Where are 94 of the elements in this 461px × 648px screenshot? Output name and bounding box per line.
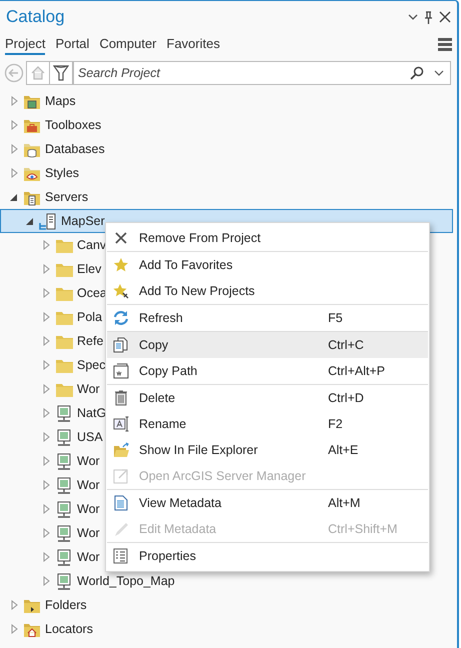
tree-item[interactable]: Elev [77,262,102,276]
map-service-icon [55,428,73,446]
tree-item[interactable]: Wor [77,454,100,468]
tree-item[interactable]: NatG [77,406,106,420]
menu-item[interactable]: Add To Favorites [107,252,428,278]
collapsed-caret-icon[interactable] [42,480,51,490]
map-service-icon [55,548,73,566]
trash-icon [113,390,129,406]
map-service-icon [55,524,73,542]
tab[interactable]: Project [5,34,46,54]
tree-item[interactable]: MapSer [61,214,105,228]
map-service-icon [55,404,73,422]
external-link-icon [113,468,129,484]
collapsed-caret-icon[interactable] [42,264,51,274]
tree-item[interactable]: Folders [45,598,87,612]
collapsed-caret-icon[interactable] [10,168,19,178]
menu-item[interactable]: Copy Ctrl+C [107,332,428,358]
map-service-icon [55,452,73,470]
star-pin-icon [113,283,129,299]
pin-icon[interactable] [424,10,433,24]
copy-icon [113,337,129,353]
collapsed-caret-icon[interactable] [42,240,51,250]
home-icon[interactable] [30,65,46,81]
menu-item[interactable]: Show In File Explorer Alt+E [107,437,428,463]
tab[interactable]: Favorites [166,34,220,54]
tree-item[interactable]: Databases [45,142,105,156]
search-field[interactable]: Search Project [73,61,451,85]
tree-item[interactable]: World_Topo_Map [77,574,175,588]
close-icon [113,230,129,246]
menu-icon[interactable] [438,38,452,50]
tree-item[interactable]: Toolboxes [45,118,102,132]
tree-item[interactable]: Wor [77,526,100,540]
search-icon[interactable] [410,66,424,80]
tree-item[interactable]: Canv [77,238,106,252]
collapsed-caret-icon[interactable] [42,336,51,346]
collapsed-caret-icon[interactable] [42,312,51,322]
collapsed-caret-icon[interactable] [10,96,19,106]
search-input[interactable]: Search Project [74,65,410,81]
rename-icon [113,416,129,432]
menu-item[interactable]: View Metadata Alt+M [107,490,428,516]
tab[interactable]: Computer [99,34,157,54]
tree-item[interactable]: Styles [45,166,80,180]
collapsed-caret-icon[interactable] [10,600,19,610]
collapsed-caret-icon[interactable] [42,504,51,514]
map-service-icon [55,476,73,494]
star-icon [113,257,129,273]
menu-item[interactable]: Delete Ctrl+D [107,385,428,411]
close-icon[interactable] [439,11,451,23]
expanded-caret-icon[interactable] [26,216,35,226]
copy-path-icon [113,363,129,379]
refresh-icon [113,310,129,326]
pane-title: Catalog [6,7,66,27]
collapsed-caret-icon[interactable] [42,408,51,418]
tree-item[interactable]: Locators [45,622,93,636]
menu-item[interactable]: Refresh F5 [107,305,428,331]
collapsed-caret-icon[interactable] [10,144,19,154]
document-icon [113,495,129,511]
collapsed-caret-icon[interactable] [42,576,51,586]
map-service-icon [55,500,73,518]
open-folder-icon [113,442,129,458]
tree-item[interactable]: Maps [45,94,76,108]
tree-item[interactable]: Wor [77,478,100,492]
tree-item[interactable]: USA [77,430,103,444]
tree-item[interactable]: Servers [45,190,88,204]
menu-item[interactable]: Copy Path Ctrl+Alt+P [107,358,428,384]
menu-item[interactable]: Properties [107,543,428,569]
tree-item[interactable]: Refe [77,334,104,348]
collapsed-caret-icon[interactable] [42,360,51,370]
properties-icon [113,548,129,564]
collapsed-caret-icon[interactable] [42,288,51,298]
collapsed-caret-icon[interactable] [42,432,51,442]
collapsed-caret-icon[interactable] [10,624,19,634]
chevron-down-icon[interactable] [408,14,418,20]
server-connection-icon [39,212,57,230]
collapsed-caret-icon[interactable] [42,552,51,562]
tree-item[interactable]: Wor [77,382,100,396]
collapsed-caret-icon[interactable] [10,120,19,130]
menu-item[interactable]: Remove From Project [107,225,428,251]
tree-item[interactable]: Pola [77,310,102,324]
map-service-icon [55,572,73,590]
menu-item[interactable]: Rename F2 [107,411,428,437]
menu-item[interactable]: Add To New Projects [107,278,428,304]
expanded-caret-icon[interactable] [10,192,19,202]
collapsed-caret-icon[interactable] [42,384,51,394]
back-icon[interactable] [4,63,24,83]
collapsed-caret-icon[interactable] [42,528,51,538]
pencil-icon [113,521,129,537]
tab[interactable]: Portal [55,34,90,54]
chevron-down-icon[interactable] [434,70,444,76]
tree-item[interactable]: Spec [77,358,106,372]
tree-item[interactable]: Wor [77,550,100,564]
tree-item[interactable]: Wor [77,502,100,516]
filter-icon[interactable] [53,64,69,82]
collapsed-caret-icon[interactable] [42,456,51,466]
